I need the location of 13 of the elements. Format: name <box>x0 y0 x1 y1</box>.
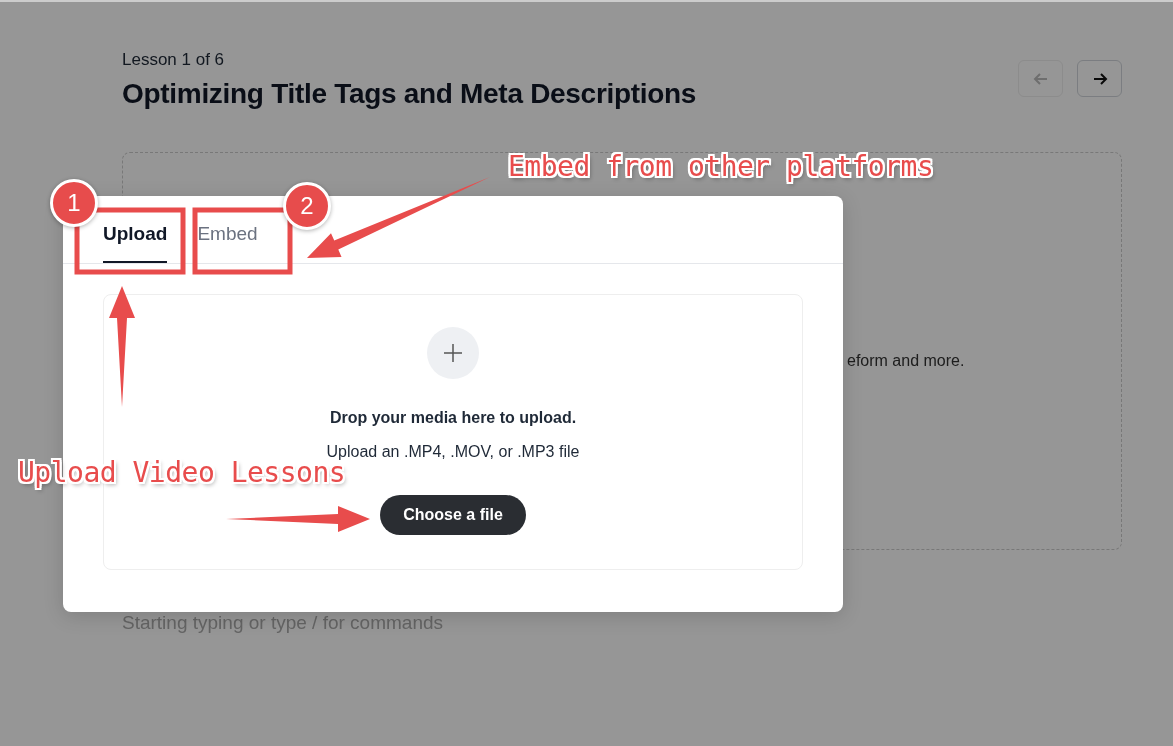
annotation-label: Embed from other platforms <box>508 150 934 183</box>
next-button[interactable] <box>1077 60 1122 97</box>
step-marker: 1 <box>50 179 98 227</box>
lesson-title: Optimizing Title Tags and Meta Descriptions <box>122 78 697 110</box>
dialog-tab[interactable]: Upload <box>103 223 168 263</box>
dialog-tab[interactable]: Embed <box>197 223 258 263</box>
lesson-counter: Lesson 1 of 6 <box>122 50 226 70</box>
dropzone-title: Drop your media here to upload. <box>329 409 577 427</box>
add-button[interactable] <box>427 327 479 379</box>
plus-icon <box>443 343 463 363</box>
choose-file-button[interactable]: Choose a file <box>380 495 526 535</box>
media-hint: eform and more. <box>847 352 965 370</box>
step-marker: 2 <box>283 182 331 230</box>
